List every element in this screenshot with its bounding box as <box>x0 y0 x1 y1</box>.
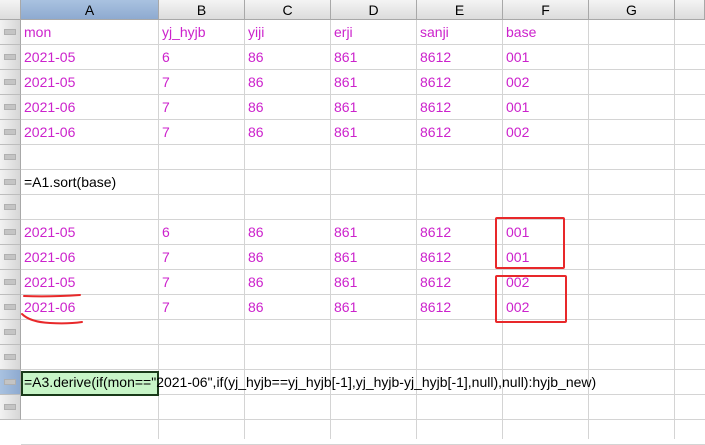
row-header-16[interactable] <box>0 395 21 420</box>
cell-f10[interactable]: 001 <box>503 245 589 270</box>
cell-e10[interactable]: 8612 <box>417 245 503 270</box>
cell-b5[interactable]: 7 <box>159 120 245 145</box>
row-header-2[interactable] <box>0 45 21 70</box>
row-header-1[interactable] <box>0 20 21 45</box>
cell-d2[interactable]: 861 <box>331 45 417 70</box>
cell-a11[interactable]: 2021-05 <box>21 270 159 295</box>
column-header-a[interactable]: A <box>21 0 159 20</box>
cell-c4[interactable]: 86 <box>245 95 331 120</box>
cell-a9[interactable]: 2021-05 <box>21 220 159 245</box>
cell-a7[interactable]: =A1.sort(base) <box>21 170 159 195</box>
cell-b12[interactable]: 7 <box>159 295 245 320</box>
cell-a4[interactable]: 2021-06 <box>21 95 159 120</box>
cell-d3[interactable]: 861 <box>331 70 417 95</box>
cell-a3[interactable]: 2021-05 <box>21 70 159 95</box>
cell-e12[interactable]: 8612 <box>417 295 503 320</box>
cell-e9[interactable]: 8612 <box>417 220 503 245</box>
cell-a1[interactable]: mon <box>21 20 159 45</box>
cell-c12[interactable]: 86 <box>245 295 331 320</box>
column-header-d[interactable]: D <box>331 0 417 20</box>
cell-e4[interactable]: 8612 <box>417 95 503 120</box>
cell-a15[interactable]: =A3.derive(if(mon=="2021-06",if(yj_hyjb=… <box>21 370 596 395</box>
cell-f1[interactable]: base <box>503 20 589 45</box>
column-header-e[interactable]: E <box>417 0 503 20</box>
cell-f2[interactable]: 001 <box>503 45 589 70</box>
cell-f12[interactable]: 002 <box>503 295 589 320</box>
cell-c11[interactable]: 86 <box>245 270 331 295</box>
row-header-10[interactable] <box>0 245 21 270</box>
column-header-g[interactable]: G <box>589 0 675 20</box>
cell-b1[interactable]: yj_hyjb <box>159 20 245 45</box>
cell-c1[interactable]: yiji <box>245 20 331 45</box>
row-header-4[interactable] <box>0 95 21 120</box>
cell-f4[interactable]: 001 <box>503 95 589 120</box>
cell-b3[interactable]: 7 <box>159 70 245 95</box>
cell-f5[interactable]: 002 <box>503 120 589 145</box>
spreadsheet-grid[interactable]: A B C D E F Gmon yj_hyjb yiji erji sanji base 2021-0… <box>0 0 705 445</box>
cell-d4[interactable]: 861 <box>331 95 417 120</box>
row-header-13[interactable] <box>0 320 21 345</box>
row-header-9[interactable] <box>0 220 21 245</box>
select-all-corner[interactable] <box>0 0 21 20</box>
row-header-3[interactable] <box>0 70 21 95</box>
cell-e3[interactable]: 8612 <box>417 70 503 95</box>
column-header-c[interactable]: C <box>245 0 331 20</box>
row-header-12[interactable] <box>0 295 21 320</box>
column-header-blank <box>675 0 705 20</box>
cell-f9[interactable]: 001 <box>503 220 589 245</box>
cell-d5[interactable]: 861 <box>331 120 417 145</box>
row-header-11[interactable] <box>0 270 21 295</box>
cell-f11[interactable]: 002 <box>503 270 589 295</box>
cell-b10[interactable]: 7 <box>159 245 245 270</box>
column-header-b[interactable]: B <box>159 0 245 20</box>
row-header-7[interactable] <box>0 170 21 195</box>
cell-a12[interactable]: 2021-06 <box>21 295 159 320</box>
cell-e11[interactable]: 8612 <box>417 270 503 295</box>
cell-f3[interactable]: 002 <box>503 70 589 95</box>
cell-d9[interactable]: 861 <box>331 220 417 245</box>
cell-e5[interactable]: 8612 <box>417 120 503 145</box>
cell-d1[interactable]: erji <box>331 20 417 45</box>
cell-a10[interactable]: 2021-06 <box>21 245 159 270</box>
cell-c3[interactable]: 86 <box>245 70 331 95</box>
column-gridline <box>674 20 675 439</box>
cell-a5[interactable]: 2021-06 <box>21 120 159 145</box>
row-header-6[interactable] <box>0 145 21 170</box>
cell-c10[interactable]: 86 <box>245 245 331 270</box>
cell-d10[interactable]: 861 <box>331 245 417 270</box>
cell-c5[interactable]: 86 <box>245 120 331 145</box>
row-header-8[interactable] <box>0 195 21 220</box>
cell-e2[interactable]: 8612 <box>417 45 503 70</box>
cell-c9[interactable]: 86 <box>245 220 331 245</box>
row-header-5[interactable] <box>0 120 21 145</box>
row-header-14[interactable] <box>0 345 21 370</box>
row-gridline <box>21 344 705 345</box>
cell-b4[interactable]: 7 <box>159 95 245 120</box>
cell-b11[interactable]: 7 <box>159 270 245 295</box>
row-header-15[interactable] <box>0 370 21 395</box>
cell-b9[interactable]: 6 <box>159 220 245 245</box>
cell-a2[interactable]: 2021-05 <box>21 45 159 70</box>
cell-e1[interactable]: sanji <box>417 20 503 45</box>
cell-c2[interactable]: 86 <box>245 45 331 70</box>
row-gridline <box>21 419 705 420</box>
column-header-f[interactable]: F <box>503 0 589 20</box>
cell-d11[interactable]: 861 <box>331 270 417 295</box>
cell-b2[interactable]: 6 <box>159 45 245 70</box>
cell-d12[interactable]: 861 <box>331 295 417 320</box>
